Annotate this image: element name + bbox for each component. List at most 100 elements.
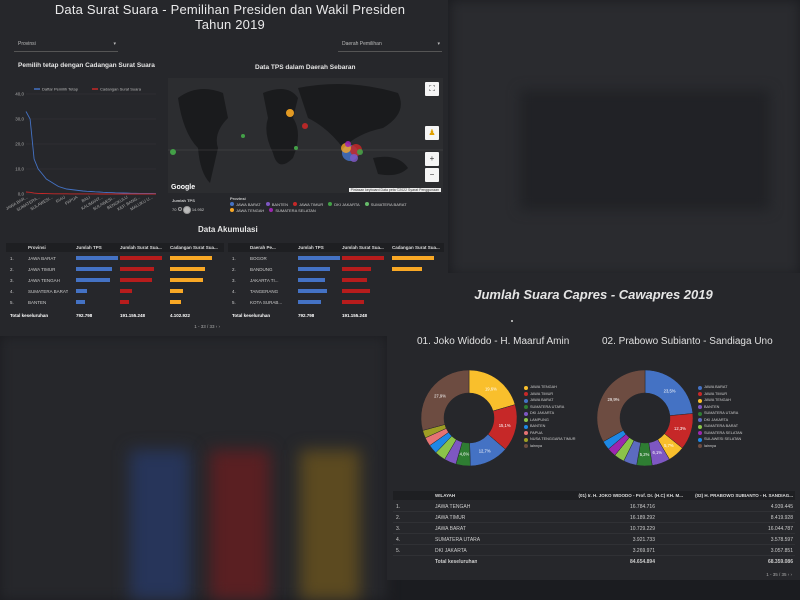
pie-label: 23,5% bbox=[664, 389, 676, 394]
map-bubble bbox=[286, 109, 294, 117]
zoom-out-button[interactable]: − bbox=[425, 168, 439, 182]
pie-label: 12,3% bbox=[674, 426, 686, 431]
daerah-dropdown-label: Daerah Pemilihan bbox=[342, 41, 382, 47]
pie1-title: 01. Joko Widodo - H. Maaruf Amin bbox=[417, 336, 570, 347]
column-header[interactable]: WILAYAH bbox=[435, 493, 455, 498]
legend-label: JAWA TENGAH bbox=[530, 385, 557, 389]
row-bar bbox=[76, 267, 112, 271]
row-number: 1. bbox=[10, 256, 14, 261]
table-row[interactable]: 2. JAWA TIMUR 16.189.292 8.419.928 bbox=[393, 512, 795, 523]
value-01: 16.189.292 bbox=[629, 515, 655, 521]
table-row[interactable]: 1. JAWA TENGAH 16.784.716 4.939.445 bbox=[393, 501, 795, 512]
row-name: JAWA TENGAH bbox=[435, 504, 471, 510]
y-tick-label: 30,0 bbox=[15, 117, 24, 122]
row-bar bbox=[298, 289, 328, 293]
row-number: 5. bbox=[232, 300, 236, 305]
pagination[interactable]: 1 - 33 / 33 ‹ › bbox=[194, 324, 220, 329]
row-name: DKI JAKARTA bbox=[435, 548, 467, 554]
row-number: 2. bbox=[232, 267, 236, 272]
fullscreen-button[interactable]: ⛶ bbox=[425, 82, 439, 96]
row-number: 4. bbox=[232, 289, 236, 294]
column-header[interactable]: Jumlah TPS bbox=[298, 245, 324, 250]
row-bar bbox=[120, 267, 155, 271]
daerah-dropdown[interactable]: Daerah Pemilihan ▾ bbox=[338, 38, 442, 52]
column-header[interactable]: Cadangan Surat Sua... bbox=[392, 245, 440, 250]
pegman-icon[interactable]: ♟ bbox=[425, 126, 439, 140]
legend-dot bbox=[524, 418, 528, 422]
row-name: JAWA BARAT bbox=[28, 256, 56, 261]
series-line bbox=[25, 111, 157, 195]
value-01: 16.784.716 bbox=[629, 504, 655, 510]
legend-dot bbox=[698, 405, 702, 409]
table-row[interactable]: 4. SUMATERA BARAT bbox=[6, 286, 224, 297]
map-legend-size: Jumlah TPS 70 14.952 bbox=[172, 198, 204, 214]
pie-chart-01: 19,6% 15,1% 12,7% 4,6% 27,9% bbox=[420, 369, 518, 467]
provinsi-dropdown[interactable]: Provinsi ▾ bbox=[14, 38, 118, 52]
legend-dot bbox=[698, 431, 702, 435]
legend-label: NUSA TENGGARA TIMUR bbox=[530, 437, 576, 441]
zoom-in-button[interactable]: + bbox=[425, 152, 439, 166]
legend-label: SUMATERA BARAT bbox=[704, 424, 739, 428]
row-bar bbox=[170, 300, 181, 304]
table-row[interactable]: 1. BOGOR bbox=[228, 253, 444, 264]
blur-box-topright bbox=[520, 90, 770, 210]
table-provinsi: Provinsi Jumlah TPS Jumlah Surat Sua... Cad… bbox=[6, 243, 224, 333]
legend-dot bbox=[328, 202, 333, 206]
chevron-down-icon: ▾ bbox=[113, 41, 116, 47]
pie-chart-02: 23,5% 12,3% 5,7%6,1%5,2% 29,9% bbox=[596, 369, 694, 467]
total-label: Total keseluruhan bbox=[435, 559, 478, 565]
legend-dot bbox=[269, 208, 274, 212]
row-bar bbox=[392, 256, 434, 260]
legend-dot bbox=[364, 202, 369, 206]
legend-item: JAWA TENGAH bbox=[230, 208, 264, 213]
table-row[interactable]: 4. SUMATERA UTARA 3.921.733 3.578.597 bbox=[393, 534, 795, 545]
row-name: JAWA BARAT bbox=[435, 526, 466, 532]
legend-label: JAWA TIMUR bbox=[704, 391, 728, 396]
legend-label: JAWA TENGAH bbox=[704, 398, 731, 402]
legend-dot bbox=[230, 208, 234, 212]
pie-slice bbox=[420, 369, 470, 431]
table-row[interactable]: 2. JAWA TIMUR bbox=[6, 264, 224, 275]
legend-dot bbox=[698, 437, 702, 442]
legend-label: JAWA BARAT bbox=[530, 398, 554, 402]
column-header[interactable]: Jumlah Surat Sua... bbox=[120, 245, 162, 250]
column-header[interactable]: (02) H. PRABOWO SUBIANTO - H. SANDIAG... bbox=[695, 493, 793, 498]
row-name: BANDUNG bbox=[250, 267, 273, 272]
column-header[interactable]: Daerah Pe... bbox=[250, 245, 276, 250]
pie-label: 4,6% bbox=[460, 452, 470, 457]
map-attribution[interactable]: Pintasan keyboard Data peta ©2022 Syarat… bbox=[348, 188, 441, 192]
dashboard-surat-suara: Data Surat Suara - Pemilihan Presiden da… bbox=[0, 0, 448, 336]
column-header[interactable]: Cadangan Surat Sua... bbox=[170, 245, 218, 250]
row-name: JAWA TENGAH bbox=[28, 278, 60, 283]
legend-label: SUMATERA SELATAN bbox=[704, 430, 743, 435]
column-header[interactable]: Jumlah Surat Sua... bbox=[342, 245, 384, 250]
pie-slice bbox=[596, 369, 646, 442]
column-header[interactable]: Jumlah TPS bbox=[76, 245, 102, 250]
legend-dot bbox=[524, 392, 528, 396]
column-header[interactable]: Provinsi bbox=[28, 245, 46, 250]
map-tps[interactable]: ⛶ ♟ + − Google Pintasan keyboard Data pe… bbox=[168, 78, 443, 193]
legend-label: JAWA TIMUR bbox=[298, 202, 324, 207]
legend-dot bbox=[698, 424, 702, 429]
table-row[interactable]: 5. DKI JAKARTA 3.269.971 3.057.851 bbox=[393, 545, 795, 556]
total-value: 792.798 bbox=[76, 313, 93, 318]
legend-label: BANTEN bbox=[271, 202, 288, 207]
legend-item: SUMATERA BARAT bbox=[364, 202, 407, 207]
table-row[interactable]: 3. JAWA TENGAH bbox=[6, 275, 224, 286]
pagination[interactable]: 1 - 35 / 35 ‹ › bbox=[766, 572, 792, 577]
table-row[interactable]: 5. BANTEN bbox=[6, 297, 224, 308]
total-value: 4.102.922 bbox=[170, 313, 191, 318]
legend-label: BANTEN bbox=[704, 404, 720, 409]
row-bar bbox=[120, 256, 162, 260]
row-number: 3. bbox=[396, 526, 401, 532]
table-row[interactable]: 3. JAWA BARAT 10.729.229 16.044.787 bbox=[393, 523, 795, 534]
total-label: Total keseluruhan bbox=[232, 313, 271, 318]
legend-label: SUMATERA UTARA bbox=[704, 411, 739, 415]
legend-item: SUMATERA SELATAN bbox=[269, 208, 316, 213]
value-02: 3.057.851 bbox=[770, 548, 793, 554]
column-header[interactable]: (01) Ir. H. JOKO WIDODO - Prof. Dr. (H.C… bbox=[578, 493, 683, 498]
legend-label: BANTEN bbox=[530, 424, 546, 428]
table-header: Daerah Pe... Jumlah TPS Jumlah Surat Sua..… bbox=[228, 243, 444, 252]
table-row[interactable]: 1. JAWA BARAT bbox=[6, 253, 224, 264]
row-bar bbox=[170, 278, 203, 282]
